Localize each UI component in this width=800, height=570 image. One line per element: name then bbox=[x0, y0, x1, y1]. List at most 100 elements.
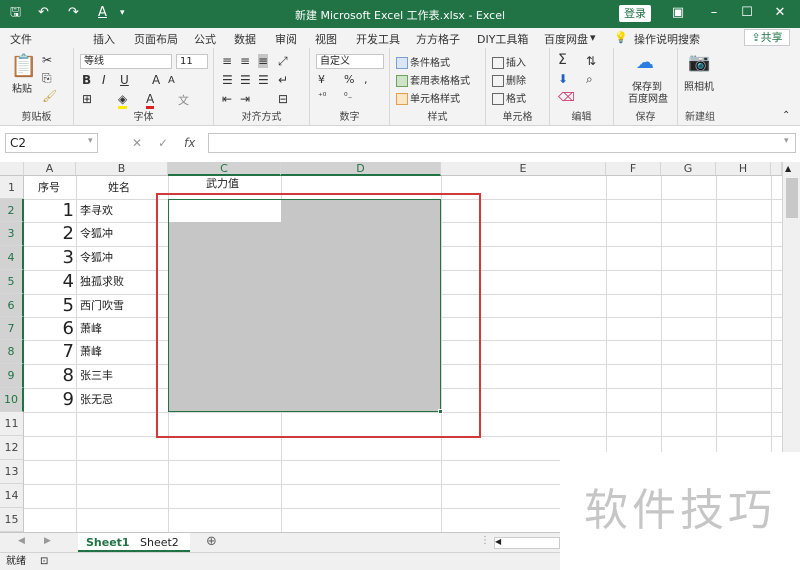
macro-record-icon[interactable]: ⊡ bbox=[40, 553, 48, 570]
format-as-table-button[interactable]: 套用表格格式 bbox=[396, 72, 470, 87]
name-box-dropdown-icon[interactable]: ▾ bbox=[88, 136, 93, 146]
tell-me-search[interactable]: 操作说明搜索 bbox=[634, 31, 700, 47]
column-header-d[interactable]: D bbox=[281, 162, 441, 176]
tab-data[interactable]: 数据 bbox=[234, 31, 256, 47]
header-cell-a1[interactable]: 序号 bbox=[38, 176, 60, 199]
seq-cell[interactable]: 9 bbox=[26, 388, 74, 412]
copy-icon[interactable]: ⎘ bbox=[42, 71, 52, 86]
autosum-button[interactable]: Σ bbox=[558, 52, 567, 68]
name-cell[interactable]: 令狐冲 bbox=[80, 222, 113, 246]
horizontal-scrollbar[interactable] bbox=[494, 537, 560, 549]
increase-decimal-icon[interactable]: ⁺⁰ bbox=[318, 92, 326, 102]
close-icon[interactable]: ✕ bbox=[770, 5, 790, 21]
select-all-corner[interactable] bbox=[0, 162, 24, 176]
align-middle-icon[interactable]: ≡ bbox=[240, 54, 250, 68]
name-cell[interactable]: 李寻欢 bbox=[80, 199, 113, 222]
prev-sheet-icon[interactable]: ◀ bbox=[18, 536, 25, 546]
tab-insert[interactable]: 插入 bbox=[93, 31, 115, 47]
underline-button[interactable]: U bbox=[120, 73, 129, 87]
share-button[interactable]: ⇪共享 bbox=[744, 29, 790, 46]
row-header-11[interactable]: 11 bbox=[0, 412, 24, 436]
tab-developer[interactable]: 开发工具 bbox=[356, 31, 400, 47]
row-header-2[interactable]: 2 bbox=[0, 199, 24, 222]
align-center-icon[interactable]: ☰ bbox=[240, 73, 251, 87]
increase-indent-icon[interactable]: ⇥ bbox=[240, 92, 250, 106]
tab-more-icon[interactable]: ▾ bbox=[590, 31, 596, 44]
align-right-icon[interactable]: ☰ bbox=[258, 73, 269, 87]
name-cell[interactable]: 萧峰 bbox=[80, 317, 102, 340]
grow-font-button[interactable]: A bbox=[152, 73, 160, 87]
tab-baidu-netdisk[interactable]: 百度网盘 bbox=[544, 31, 588, 47]
name-cell[interactable]: 萧峰 bbox=[80, 340, 102, 364]
cell-styles-button[interactable]: 单元格样式 bbox=[396, 90, 460, 105]
fill-color-icon[interactable]: ◈ bbox=[118, 92, 128, 109]
column-header-h[interactable]: H bbox=[716, 162, 771, 176]
shrink-font-button[interactable]: A bbox=[168, 75, 175, 86]
tab-fangfang[interactable]: 方方格子 bbox=[416, 31, 460, 47]
scroll-up-icon[interactable]: ▲ bbox=[785, 164, 791, 173]
paste-button[interactable]: 粘贴 bbox=[12, 80, 32, 95]
cancel-icon[interactable]: ✕ bbox=[132, 136, 142, 150]
sort-filter-icon[interactable]: ⇅ bbox=[586, 54, 596, 68]
add-sheet-button[interactable]: ⊕ bbox=[206, 534, 217, 549]
seq-cell[interactable]: 1 bbox=[26, 199, 74, 222]
phonetic-icon[interactable]: 文 bbox=[178, 92, 189, 108]
bold-button[interactable]: B bbox=[82, 73, 91, 87]
name-cell[interactable]: 令狐冲 bbox=[80, 246, 113, 270]
tab-file[interactable]: 文件 bbox=[10, 31, 32, 47]
tab-splitter-icon[interactable]: ⋮ bbox=[480, 535, 490, 546]
format-painter-icon[interactable]: 🖌 bbox=[42, 89, 57, 103]
baidu-netdisk-icon[interactable]: ☁ bbox=[636, 52, 654, 73]
row-header-10[interactable]: 10 bbox=[0, 388, 24, 412]
seq-cell[interactable]: 4 bbox=[26, 270, 74, 294]
tab-formulas[interactable]: 公式 bbox=[194, 31, 216, 47]
maximize-icon[interactable]: ☐ bbox=[737, 5, 757, 21]
row-header-12[interactable]: 12 bbox=[0, 436, 24, 460]
decrease-indent-icon[interactable]: ⇤ bbox=[222, 92, 232, 106]
row-header-5[interactable]: 5 bbox=[0, 270, 24, 294]
font-size-dropdown[interactable]: 11 bbox=[176, 54, 208, 69]
row-header-15[interactable]: 15 bbox=[0, 508, 24, 532]
font-color-icon[interactable]: A bbox=[146, 92, 155, 109]
paste-icon[interactable]: 📋 bbox=[10, 54, 37, 79]
row-header-8[interactable]: 8 bbox=[0, 340, 24, 364]
sheet-tab-sheet2[interactable]: Sheet2 bbox=[132, 533, 187, 552]
row-header-9[interactable]: 9 bbox=[0, 364, 24, 388]
column-header-e[interactable]: E bbox=[441, 162, 606, 176]
fill-icon[interactable]: ⬇ bbox=[558, 72, 568, 86]
find-select-icon[interactable]: ⌕ bbox=[586, 72, 593, 87]
name-cell[interactable]: 西门吹雪 bbox=[80, 294, 124, 317]
name-cell[interactable]: 张三丰 bbox=[80, 364, 113, 388]
conditional-formatting-button[interactable]: 条件格式 bbox=[396, 54, 450, 69]
row-header-3[interactable]: 3 bbox=[0, 222, 24, 246]
column-header-f[interactable]: F bbox=[606, 162, 661, 176]
save-to-button-line2[interactable]: 百度网盘 bbox=[628, 90, 668, 105]
seq-cell[interactable]: 8 bbox=[26, 364, 74, 388]
row-header-14[interactable]: 14 bbox=[0, 484, 24, 508]
percent-button[interactable]: % bbox=[344, 73, 354, 86]
seq-cell[interactable]: 3 bbox=[26, 246, 74, 270]
formula-input[interactable] bbox=[208, 133, 796, 153]
align-top-icon[interactable]: ≡ bbox=[222, 54, 232, 68]
header-cell-c1[interactable]: 武力值 bbox=[206, 172, 239, 195]
camera-icon[interactable]: 📷 bbox=[688, 52, 710, 73]
italic-button[interactable]: I bbox=[102, 73, 106, 87]
row-header-1[interactable]: 1 bbox=[0, 176, 24, 199]
scroll-thumb[interactable] bbox=[786, 178, 798, 218]
login-button[interactable]: 登录 bbox=[619, 5, 651, 22]
currency-icon[interactable]: ¥ bbox=[318, 73, 325, 86]
expand-formula-icon[interactable]: ▾ bbox=[784, 136, 789, 146]
row-header-4[interactable]: 4 bbox=[0, 246, 24, 270]
clear-icon[interactable]: ⌫ bbox=[558, 90, 575, 104]
row-header-6[interactable]: 6 bbox=[0, 294, 24, 317]
comma-button[interactable]: , bbox=[364, 73, 368, 86]
borders-icon[interactable]: ⊞ bbox=[82, 92, 92, 106]
next-sheet-icon[interactable]: ▶ bbox=[44, 536, 51, 546]
align-left-icon[interactable]: ☰ bbox=[222, 73, 233, 87]
tab-page-layout[interactable]: 页面布局 bbox=[134, 31, 178, 47]
cut-icon[interactable]: ✂ bbox=[42, 53, 52, 67]
tab-review[interactable]: 审阅 bbox=[275, 31, 297, 47]
insert-button[interactable]: 插入 bbox=[492, 54, 526, 69]
name-box[interactable]: C2 bbox=[5, 133, 98, 153]
enter-icon[interactable]: ✓ bbox=[158, 136, 168, 150]
